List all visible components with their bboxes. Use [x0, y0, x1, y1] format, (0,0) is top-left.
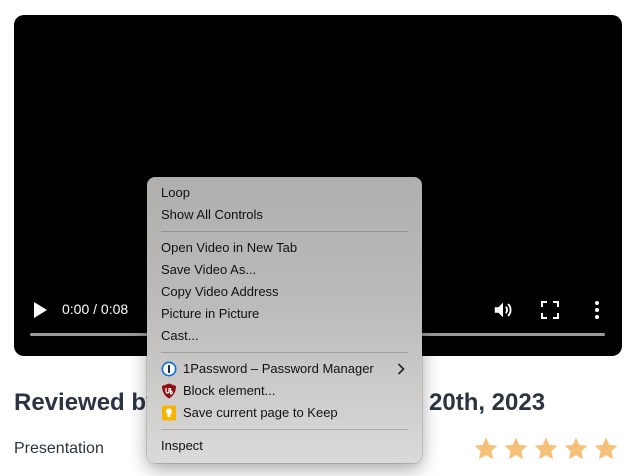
star-icon — [504, 437, 528, 460]
menu-item-label: Copy Video Address — [161, 284, 279, 299]
menu-item-label: Inspect — [161, 438, 203, 453]
menu-item-label: Save Video As... — [161, 262, 257, 277]
menu-item-label: Open Video in New Tab — [161, 240, 298, 255]
menu-item-label: Cast... — [161, 328, 199, 343]
more-vertical-icon[interactable] — [592, 299, 602, 321]
menu-item-label: Save current page to Keep — [183, 405, 338, 420]
menu-item-copy-video-address[interactable]: Copy Video Address — [152, 281, 417, 303]
menu-separator — [161, 231, 408, 232]
star-icon — [564, 437, 588, 460]
volume-icon[interactable] — [492, 299, 514, 321]
menu-separator — [161, 429, 408, 430]
menu-separator — [161, 352, 408, 353]
menu-item-label: 1Password – Password Manager — [183, 361, 374, 376]
menu-item-open-video-new-tab[interactable]: Open Video in New Tab — [152, 237, 417, 259]
menu-item-loop[interactable]: Loop — [152, 182, 417, 204]
menu-item-picture-in-picture[interactable]: Picture in Picture — [152, 303, 417, 325]
onepassword-icon — [161, 361, 177, 377]
menu-item-inspect[interactable]: Inspect — [152, 435, 417, 457]
ublock-shield-icon — [162, 383, 176, 399]
video-time: 0:00 / 0:08 — [62, 301, 129, 317]
menu-item-block-element[interactable]: Block element... — [152, 380, 417, 402]
video-context-menu: Loop Show All Controls Open Video in New… — [147, 177, 422, 463]
menu-item-save-video-as[interactable]: Save Video As... — [152, 259, 417, 281]
star-icon — [534, 437, 558, 460]
menu-item-save-to-keep[interactable]: Save current page to Keep — [152, 402, 417, 424]
star-icon — [594, 437, 618, 460]
page: 0:00 / 0:08 Reviewed by 20th, 2023 Prese… — [0, 0, 638, 476]
menu-item-1password[interactable]: 1Password – Password Manager — [152, 358, 417, 380]
review-date: 20th, 2023 — [429, 389, 546, 416]
star-icon — [474, 437, 498, 460]
menu-item-label: Block element... — [183, 383, 276, 398]
play-icon[interactable] — [33, 302, 47, 318]
review-category: Presentation — [14, 440, 104, 457]
fullscreen-icon[interactable] — [541, 301, 559, 319]
menu-item-cast[interactable]: Cast... — [152, 325, 417, 347]
chevron-right-icon — [397, 363, 405, 375]
star-rating — [473, 436, 619, 462]
menu-item-label: Loop — [161, 185, 190, 200]
menu-item-label: Picture in Picture — [161, 306, 260, 321]
google-keep-icon — [162, 405, 176, 421]
review-heading: Reviewed by — [14, 389, 160, 416]
menu-item-show-all-controls[interactable]: Show All Controls — [152, 204, 417, 226]
menu-item-label: Show All Controls — [161, 207, 263, 222]
